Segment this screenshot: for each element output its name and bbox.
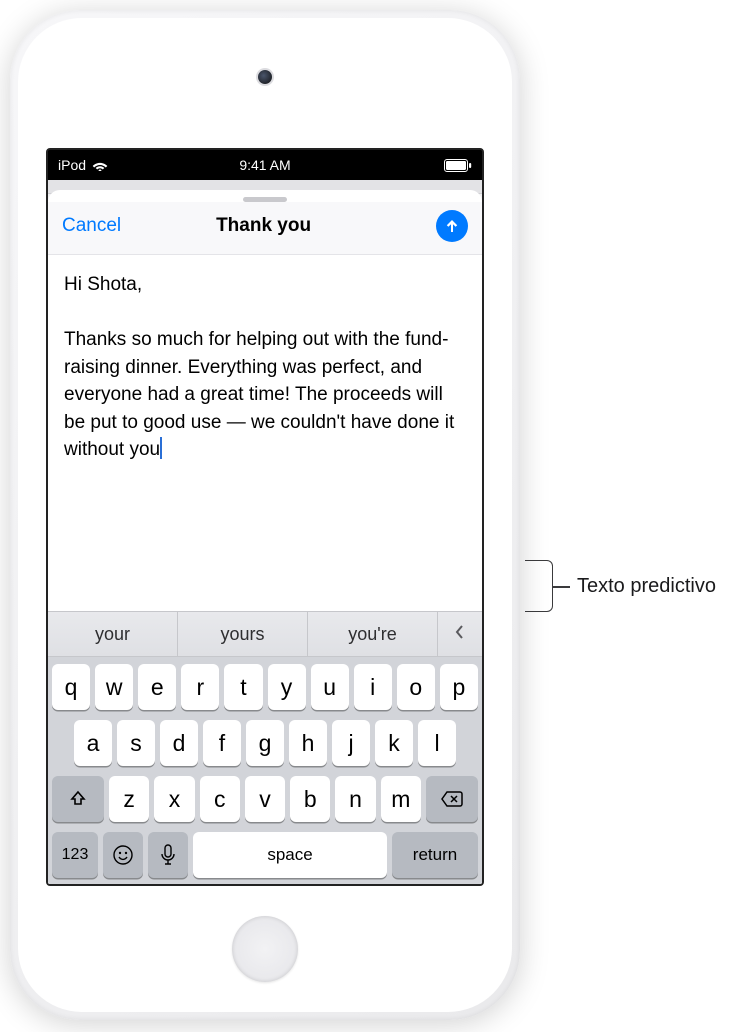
status-left: iPod [58, 157, 108, 173]
status-bar: iPod 9:41 AM [48, 150, 482, 180]
space-key[interactable]: space [193, 832, 387, 878]
compose-body[interactable]: Hi Shota, Thanks so much for helping out… [48, 255, 482, 611]
compose-header: Cancel Thank you [48, 202, 482, 255]
device-inner: iPod 9:41 AM Cancel [18, 18, 512, 1012]
wifi-icon [92, 159, 108, 171]
keyboard-row-2: a s d f g h j k l [52, 720, 478, 766]
compose-sheet: Cancel Thank you Hi Shota, Thanks so muc… [48, 190, 482, 884]
key-g[interactable]: g [246, 720, 284, 766]
shift-key[interactable] [52, 776, 104, 822]
keyboard: q w e r t y u i o p a [48, 657, 482, 884]
key-r[interactable]: r [181, 664, 219, 710]
key-j[interactable]: j [332, 720, 370, 766]
keyboard-row-1: q w e r t y u i o p [52, 664, 478, 710]
emoji-icon [112, 844, 134, 866]
key-f[interactable]: f [203, 720, 241, 766]
arrow-up-icon [443, 217, 461, 235]
keyboard-row-4: 123 space [52, 832, 478, 878]
key-m[interactable]: m [381, 776, 421, 822]
key-c[interactable]: c [200, 776, 240, 822]
status-time: 9:41 AM [48, 157, 482, 173]
key-y[interactable]: y [268, 664, 306, 710]
key-i[interactable]: i [354, 664, 392, 710]
device-frame: iPod 9:41 AM Cancel [10, 10, 520, 1020]
compose-sheet-background: Cancel Thank you Hi Shota, Thanks so muc… [48, 180, 482, 884]
numbers-key[interactable]: 123 [52, 832, 98, 878]
key-s[interactable]: s [117, 720, 155, 766]
key-b[interactable]: b [290, 776, 330, 822]
predictive-bar: your yours you're [48, 611, 482, 657]
key-w[interactable]: w [95, 664, 133, 710]
carrier-label: iPod [58, 157, 86, 173]
home-button[interactable] [232, 916, 298, 982]
compose-body-text: Hi Shota, Thanks so much for helping out… [64, 274, 460, 460]
emoji-key[interactable] [103, 832, 143, 878]
battery-icon [444, 159, 472, 172]
status-right [444, 159, 472, 172]
backspace-key[interactable] [426, 776, 478, 822]
text-cursor [160, 437, 162, 459]
send-button[interactable] [436, 210, 468, 242]
callout-predictive: Texto predictivo [525, 560, 716, 612]
predictive-option-0[interactable]: your [48, 612, 178, 656]
key-o[interactable]: o [397, 664, 435, 710]
key-u[interactable]: u [311, 664, 349, 710]
key-l[interactable]: l [418, 720, 456, 766]
key-n[interactable]: n [335, 776, 375, 822]
key-x[interactable]: x [154, 776, 194, 822]
callout-bracket [525, 560, 553, 612]
predictive-option-1[interactable]: yours [178, 612, 308, 656]
backspace-icon [440, 790, 464, 808]
key-d[interactable]: d [160, 720, 198, 766]
key-p[interactable]: p [440, 664, 478, 710]
front-camera [258, 70, 272, 84]
chevron-left-icon [454, 623, 466, 646]
key-v[interactable]: v [245, 776, 285, 822]
key-t[interactable]: t [224, 664, 262, 710]
key-k[interactable]: k [375, 720, 413, 766]
keyboard-row-3: z x c v b n m [52, 776, 478, 822]
dictation-key[interactable] [148, 832, 188, 878]
compose-title: Thank you [91, 215, 436, 237]
key-q[interactable]: q [52, 664, 90, 710]
key-a[interactable]: a [74, 720, 112, 766]
microphone-icon [161, 844, 175, 866]
key-h[interactable]: h [289, 720, 327, 766]
return-key[interactable]: return [392, 832, 478, 878]
predictive-option-2[interactable]: you're [308, 612, 438, 656]
shift-icon [68, 789, 88, 809]
key-z[interactable]: z [109, 776, 149, 822]
key-e[interactable]: e [138, 664, 176, 710]
callout-label: Texto predictivo [577, 575, 716, 598]
screen: iPod 9:41 AM Cancel [46, 148, 484, 886]
predictive-collapse-button[interactable] [438, 612, 482, 656]
